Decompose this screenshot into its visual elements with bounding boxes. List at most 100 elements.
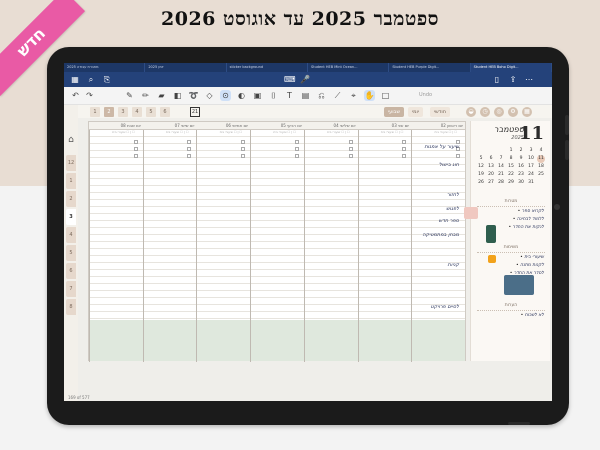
calendar-day[interactable]: 6	[487, 155, 495, 163]
month-tab[interactable]: 7	[66, 281, 76, 297]
calendar-day[interactable]: 31	[527, 179, 535, 187]
month-tab[interactable]: 1	[66, 173, 76, 189]
calendar-day[interactable]: 11	[537, 155, 545, 163]
calendar-day[interactable]: 13	[487, 163, 495, 171]
shapes-icon[interactable]: ◇	[204, 90, 215, 101]
calendar-day[interactable]: 19	[477, 171, 485, 179]
page-number[interactable]: 3	[118, 107, 128, 117]
day-checkbox[interactable]	[187, 140, 192, 144]
calendar-day[interactable]: 12	[477, 163, 485, 171]
day-checkbox[interactable]	[187, 154, 192, 158]
share-icon[interactable]: ⇪	[508, 75, 518, 85]
pencil-icon[interactable]: ✏	[140, 90, 151, 101]
day-header[interactable]: יום חמישי 06	[196, 122, 251, 130]
calendar-day[interactable]: 25	[537, 171, 545, 179]
browser-tab[interactable]: sticker background	[227, 63, 308, 72]
day-checkbox[interactable]	[294, 147, 299, 151]
stamp-icon[interactable]: ⊙	[220, 90, 231, 101]
hand-icon[interactable]: ✋	[364, 90, 375, 101]
calendar-day[interactable]: 17	[527, 163, 535, 171]
month-tab[interactable]: 6	[66, 263, 76, 279]
pill-monthly[interactable]: חודשי	[430, 107, 451, 117]
browser-tab[interactable]: Student HEB Mint Ocean...	[308, 63, 390, 72]
grid-icon[interactable]: ▦	[70, 75, 80, 85]
day-checkbox[interactable]	[348, 154, 353, 158]
more-icon[interactable]: ⋯	[524, 75, 534, 85]
day-header[interactable]: יום שני 03	[357, 122, 412, 130]
undo-icon[interactable]: ↶	[70, 90, 81, 101]
laser-icon[interactable]: ⌖	[348, 90, 359, 101]
bag-icon[interactable]: ◒	[466, 107, 476, 117]
day-header[interactable]: יום ראשון 02	[411, 122, 465, 130]
day-checkbox[interactable]	[241, 140, 246, 144]
day-header[interactable]: יום שבת 08	[89, 122, 143, 130]
week-number-box[interactable]: 21	[190, 107, 200, 117]
month-tab[interactable]: 5	[66, 245, 76, 261]
calendar-day[interactable]: 16	[517, 163, 525, 171]
calendar-day[interactable]: 24	[527, 171, 535, 179]
day-checkbox[interactable]	[187, 147, 192, 151]
target-icon[interactable]: ◎	[494, 107, 504, 117]
calendar-day[interactable]: 23	[517, 171, 525, 179]
day-checkbox[interactable]	[294, 154, 299, 158]
sticker-icon[interactable]: ◐	[236, 90, 247, 101]
calendar-day[interactable]: 30	[517, 179, 525, 187]
calendar-day[interactable]: 5	[477, 155, 485, 163]
highlighter-icon[interactable]: ▰	[156, 90, 167, 101]
month-tab[interactable]: 3	[66, 209, 76, 225]
page-number[interactable]: 4	[132, 107, 142, 117]
ruler-icon[interactable]: ⟋	[332, 90, 343, 101]
home-icon[interactable]: ⌂	[66, 135, 76, 145]
bookmark-icon[interactable]: ⎘	[102, 75, 112, 85]
select-icon[interactable]: □	[380, 90, 391, 101]
pill-weekly[interactable]: שבועי	[384, 107, 405, 117]
calendar-day[interactable]: 20	[487, 171, 495, 179]
day-checkbox[interactable]	[402, 154, 407, 158]
calendar-day[interactable]: 2	[517, 147, 525, 155]
calendar-day[interactable]: 7	[497, 155, 505, 163]
browser-tab[interactable]: 2025 יומן	[145, 63, 227, 72]
calendar-day[interactable]: 10	[527, 155, 535, 163]
day-checkbox[interactable]	[133, 147, 138, 151]
clock-icon[interactable]: ◷	[480, 107, 490, 117]
calendar-day[interactable]: 21	[497, 171, 505, 179]
image-icon[interactable]: ▣	[252, 90, 263, 101]
calendar-day[interactable]: 26	[477, 179, 485, 187]
day-header[interactable]: יום שלישי 04	[303, 122, 358, 130]
day-checkbox[interactable]	[402, 140, 407, 144]
file-icon[interactable]: ▯	[492, 75, 502, 85]
calendar-day[interactable]: 27	[487, 179, 495, 187]
search-icon[interactable]: ⌕	[86, 75, 96, 85]
day-checkbox[interactable]	[241, 154, 246, 158]
day-checkbox[interactable]	[348, 140, 353, 144]
lasso-icon[interactable]: ➰	[188, 90, 199, 101]
day-checkbox[interactable]	[348, 147, 353, 151]
settings-icon[interactable]: ⚙	[508, 107, 518, 117]
day-header[interactable]: יום שישי 07	[142, 122, 197, 130]
calendar-day[interactable]: 28	[497, 179, 505, 187]
page-number[interactable]: 2	[104, 107, 114, 117]
day-checkbox[interactable]	[133, 140, 138, 144]
calendar-day[interactable]: 1	[507, 147, 515, 155]
browser-tab[interactable]: מחברת עבודה 2025	[64, 63, 146, 72]
page-number[interactable]: 5	[146, 107, 156, 117]
calendar-day[interactable]: 18	[537, 163, 545, 171]
calendar-icon[interactable]: ▦	[522, 107, 532, 117]
browser-tab[interactable]: Student HEB Boho Digit...	[470, 63, 552, 72]
month-tab[interactable]: 12	[66, 155, 76, 171]
eraser-icon[interactable]: ◧	[172, 90, 183, 101]
pen-icon[interactable]: ✎	[124, 90, 135, 101]
redo-icon[interactable]: ↷	[84, 90, 95, 101]
microphone-icon[interactable]: 🎤	[300, 75, 310, 85]
calendar-day[interactable]: 29	[507, 179, 515, 187]
calendar-day[interactable]: 8	[507, 155, 515, 163]
camera-tool-icon[interactable]: ⌷	[268, 90, 279, 101]
day-checkbox[interactable]	[133, 154, 138, 158]
browser-tab[interactable]: Student HEB Purple Digit...	[389, 63, 471, 72]
day-checkbox[interactable]	[456, 154, 460, 158]
calendar-day[interactable]: 14	[497, 163, 505, 171]
month-tab[interactable]: 8	[66, 299, 76, 315]
calendar-day[interactable]: 4	[537, 147, 545, 155]
page-number[interactable]: 6	[160, 107, 170, 117]
keyboard-icon[interactable]: ⌨	[284, 75, 296, 85]
